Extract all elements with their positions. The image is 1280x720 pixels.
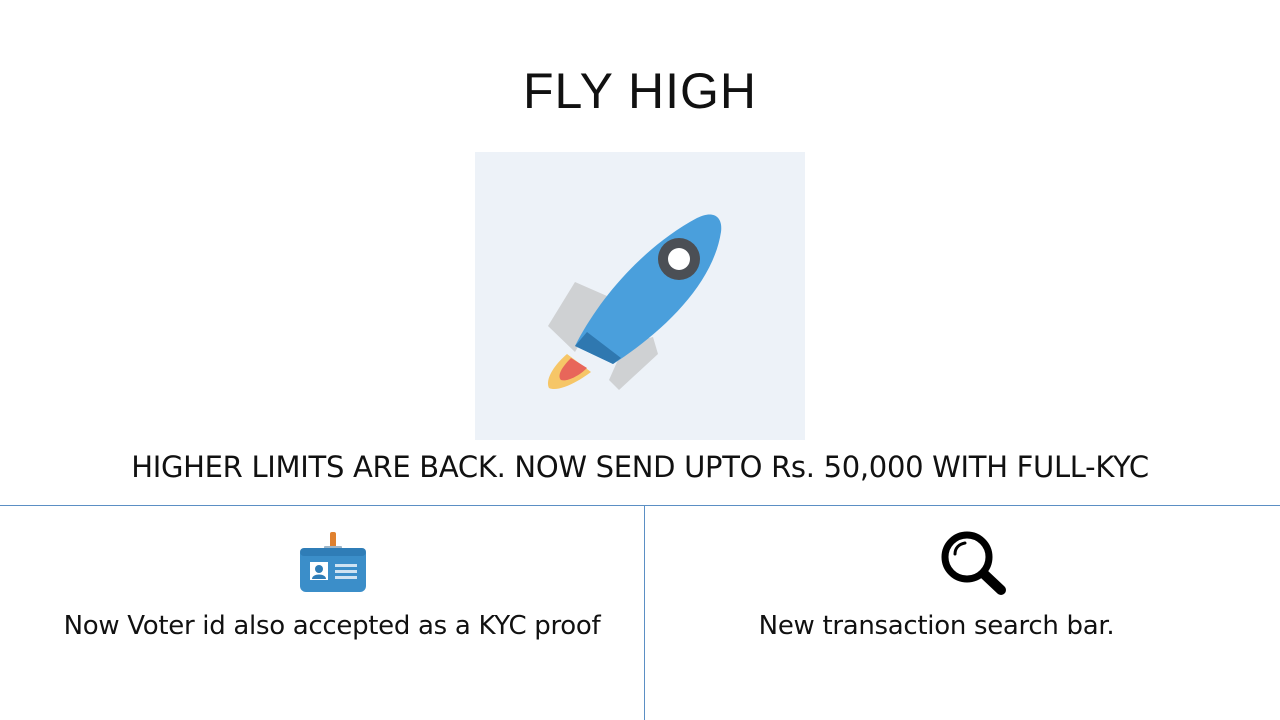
feature-voter-id-text: Now Voter id also accepted as a KYC proo… bbox=[63, 611, 601, 641]
headline: HIGHER LIMITS ARE BACK. NOW SEND UPTO Rs… bbox=[131, 450, 1149, 484]
search-icon bbox=[939, 530, 1009, 595]
feature-announcement-page: FLY HIGH HIGHER LIMITS ARE BACK. NOW SEN… bbox=[0, 0, 1280, 720]
id-card-icon bbox=[298, 532, 368, 594]
rocket-icon bbox=[547, 214, 722, 390]
feature-search-bar: New transaction search bar. bbox=[645, 506, 1280, 720]
page-title: FLY HIGH bbox=[523, 63, 757, 119]
hero-image bbox=[475, 152, 805, 440]
feature-search-bar-text: New transaction search bar. bbox=[758, 611, 1115, 641]
feature-voter-id: Now Voter id also accepted as a KYC proo… bbox=[0, 506, 644, 720]
